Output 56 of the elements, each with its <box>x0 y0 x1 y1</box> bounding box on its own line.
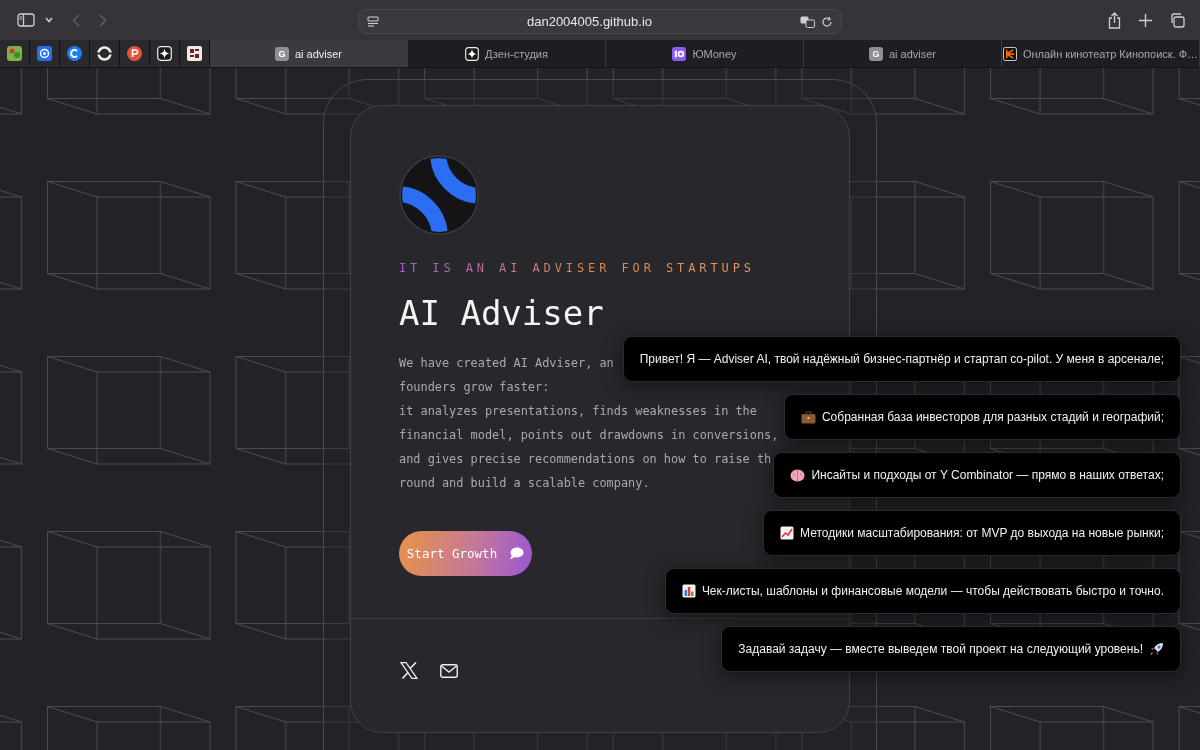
pinned-tab[interactable] <box>90 40 120 67</box>
tabs-overview-icon[interactable] <box>1170 13 1185 28</box>
description-line: round and build a scalable company. <box>399 475 650 492</box>
message-text: Чек-листы, шаблоны и финансовые модели — чтобы действовать быстро и точно. <box>701 584 1164 598</box>
browser-tab[interactable]: ЮMoney <box>606 40 804 67</box>
description-line: financial model, points out drawdowns in conversions, <box>399 427 779 444</box>
pinned-tab[interactable] <box>0 40 30 67</box>
page-icon <box>367 15 379 28</box>
pinned-tab[interactable] <box>30 40 60 67</box>
brain-icon <box>790 468 806 482</box>
address-bar[interactable]: dan2004005.github.io <box>358 9 842 34</box>
description-line: We have created AI Adviser, an <box>399 355 614 372</box>
rocket-icon <box>1149 641 1164 657</box>
favicon-icon <box>97 46 112 61</box>
browser-tab[interactable]: Онлайн кинотеатр Кинопоиск. Ф… <box>1002 40 1200 67</box>
message-text: Методики масштабирования: от MVP до выхода на новые рынки; <box>800 526 1164 540</box>
description-line: and gives precise recommendations on how to raise th <box>399 451 772 468</box>
favicon-icon <box>127 46 142 61</box>
trend-chart-icon <box>780 526 795 540</box>
chat-bubble-icon <box>509 547 525 560</box>
mail-icon[interactable] <box>440 663 458 678</box>
translate-icon[interactable] <box>800 15 815 28</box>
share-icon[interactable] <box>1108 12 1121 29</box>
reload-icon[interactable] <box>821 15 833 28</box>
favicon-icon <box>672 46 687 61</box>
message-text: Задавай задачу — вместе выведем твой проект на следующий уровень! <box>738 642 1143 656</box>
pinned-tab[interactable] <box>120 40 150 67</box>
browser-tab[interactable]: Дзен-студия <box>408 40 606 67</box>
message-text: Привет! Я — Adviser AI, твой надёжный бизнес-партнёр и стартап co-pilot. У меня в арсенале; <box>639 352 1164 366</box>
favicon-icon: G <box>868 46 883 61</box>
plus-icon[interactable] <box>1139 14 1152 27</box>
browser-tab[interactable]: G ai adviser <box>804 40 1002 67</box>
description-line: it analyzes presentations, finds weaknesses in the <box>399 403 757 420</box>
logo-icon <box>399 155 479 235</box>
browser-tab[interactable]: G ai adviser <box>210 40 408 67</box>
bar-chart-icon <box>681 584 696 598</box>
pinned-tab[interactable] <box>150 40 180 67</box>
message-text: Инсайты и подходы от Y Combinator — прямо в наших ответах; <box>811 468 1164 482</box>
briefcase-icon <box>800 410 816 424</box>
favicon-icon <box>37 46 52 61</box>
url-text: dan2004005.github.io <box>525 14 654 29</box>
x-logo-icon[interactable] <box>400 662 418 679</box>
favicon-icon <box>187 46 202 61</box>
favicon-icon <box>67 46 82 61</box>
favicon-icon <box>1002 46 1017 61</box>
pinned-tab[interactable] <box>60 40 90 67</box>
hero-title: AI Adviser <box>399 293 604 333</box>
sparkle-icon <box>465 46 480 61</box>
sparkle-icon <box>157 46 172 61</box>
favicon-icon <box>7 46 22 61</box>
favicon-icon: G <box>274 46 289 61</box>
chevron-down-icon[interactable] <box>45 17 53 23</box>
message-text: Собранная база инвесторов для разных стадий и географий; <box>821 410 1164 424</box>
sidebar-icon[interactable] <box>17 13 35 27</box>
description-line: founders grow faster: <box>399 379 550 396</box>
pinned-tab[interactable] <box>180 40 210 67</box>
